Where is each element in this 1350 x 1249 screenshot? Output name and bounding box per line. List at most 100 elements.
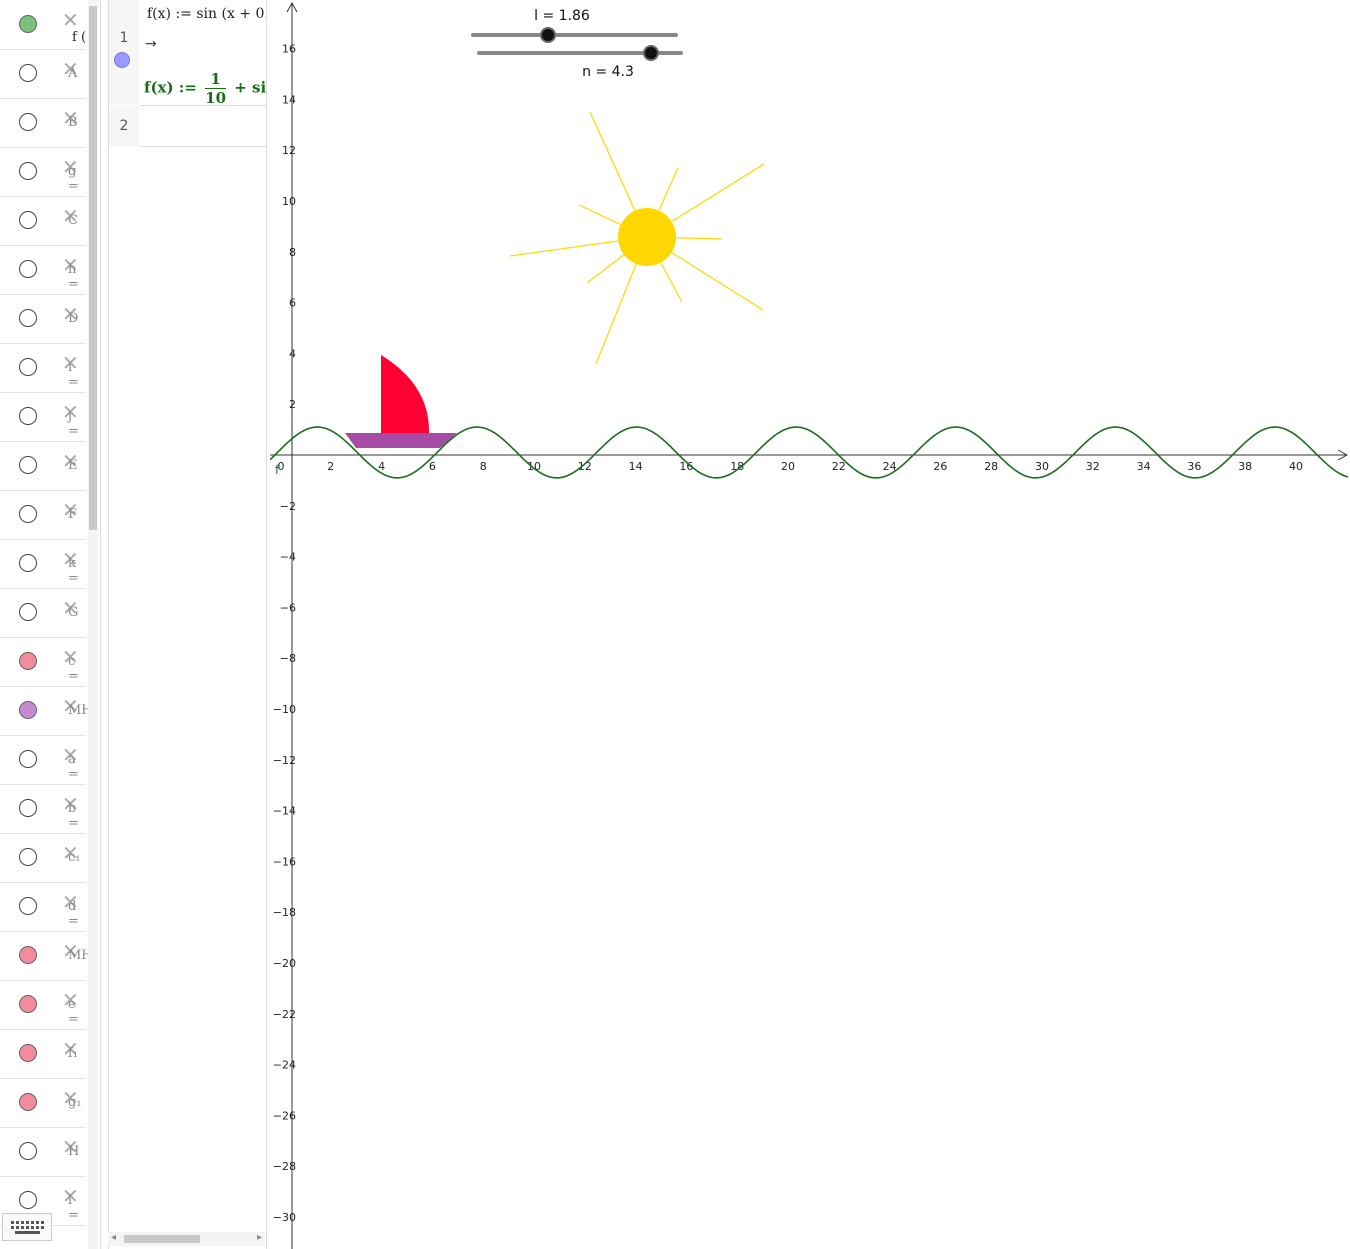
visibility-toggle[interactable] <box>19 64 37 82</box>
algebra-row[interactable]: ✕ a = <box>0 735 86 785</box>
visibility-toggle[interactable] <box>19 1044 37 1062</box>
y-tick-label: −2 <box>280 500 296 513</box>
algebra-row-label: k = <box>68 556 79 586</box>
visibility-toggle[interactable] <box>19 407 37 425</box>
visibility-toggle[interactable] <box>19 1142 37 1160</box>
x-tick-label: 6 <box>429 460 436 473</box>
algebra-scroll-thumb[interactable] <box>89 6 97 530</box>
algebra-row[interactable]: ✕ f ( <box>0 0 86 50</box>
boat-hull[interactable] <box>345 433 457 448</box>
algebra-row[interactable]: ✕ g₁ <box>0 1078 86 1128</box>
cas-row-1-cell[interactable]: f(x) := sin (x + 0. → f(x) := 1 10 + si <box>139 0 266 106</box>
visibility-toggle[interactable] <box>19 750 37 768</box>
cas-row-2-cell[interactable] <box>139 106 266 147</box>
algebra-row[interactable]: ✕ d = <box>0 882 86 932</box>
algebra-vertical-scrollbar[interactable] <box>88 0 98 1249</box>
x-tick-label: 8 <box>480 460 487 473</box>
x-tick-label: 22 <box>832 460 846 473</box>
algebra-row[interactable]: ✕ c = <box>0 637 86 687</box>
algebra-row[interactable]: ✕ j = <box>0 392 86 442</box>
y-tick-label: −26 <box>273 1109 296 1122</box>
keyboard-toggle-button[interactable] <box>2 1213 52 1241</box>
visibility-toggle[interactable] <box>19 701 37 719</box>
cas-row-1-input[interactable]: f(x) := sin (x + 0. <box>147 6 266 22</box>
algebra-row[interactable]: ✕ f₁ <box>0 1029 86 1079</box>
algebra-row-label: g₁ <box>68 1095 82 1110</box>
scroll-right-arrow-icon[interactable]: ▸ <box>257 1232 262 1243</box>
visibility-toggle[interactable] <box>19 652 37 670</box>
visibility-toggle[interactable] <box>19 456 37 474</box>
visibility-toggle[interactable] <box>19 1093 37 1111</box>
algebra-row[interactable]: ✕ i = <box>0 343 86 393</box>
y-tick-label: 14 <box>282 93 296 106</box>
cas-row-1-visibility-toggle[interactable] <box>114 52 130 68</box>
visibility-toggle[interactable] <box>19 358 37 376</box>
y-tick-label: 16 <box>282 43 296 56</box>
algebra-row[interactable]: ✕ h = <box>0 245 86 295</box>
slider-l-handle[interactable] <box>540 27 556 43</box>
boat-sail[interactable] <box>381 355 430 433</box>
visibility-toggle[interactable] <box>19 848 37 866</box>
cas-row-1-header[interactable]: 1 <box>109 0 139 105</box>
algebra-row-label: g = <box>68 164 79 194</box>
visibility-toggle[interactable] <box>19 309 37 327</box>
algebra-row-label: C <box>68 213 78 228</box>
algebra-row-label: i = <box>68 360 79 390</box>
algebra-row-label: j = <box>68 409 79 439</box>
cas-scroll-thumb[interactable] <box>124 1235 200 1243</box>
cas-output-denominator: 10 <box>205 89 227 106</box>
algebra-row-label: F <box>68 507 78 522</box>
slider-n-handle[interactable] <box>643 45 659 61</box>
x-tick-label: 34 <box>1137 460 1151 473</box>
sun[interactable] <box>618 208 676 266</box>
algebra-row[interactable]: ✕ H <box>0 1127 86 1177</box>
visibility-toggle[interactable] <box>19 211 37 229</box>
visibility-toggle[interactable] <box>19 15 37 33</box>
algebra-row[interactable]: ✕ c₁ <box>0 833 86 883</box>
delete-icon[interactable]: ✕ <box>62 10 79 30</box>
graphics-view[interactable]: 0 2 4 6 8 10 12 14 16 18 20 22 24 26 28 30 32 34 36 38 40 16… <box>270 0 1350 1249</box>
algebra-row-label: f₁ <box>68 1046 79 1061</box>
visibility-toggle[interactable] <box>19 603 37 621</box>
algebra-row[interactable]: ✕ D <box>0 294 86 344</box>
y-tick-label: −12 <box>273 754 296 767</box>
cas-output-suffix: + si <box>234 78 266 97</box>
algebra-row[interactable]: ✕ b = <box>0 784 86 834</box>
cas-row-2-number[interactable]: 2 <box>109 106 139 146</box>
algebra-row[interactable]: ✕ B <box>0 98 86 148</box>
algebra-row[interactable]: ✕ A <box>0 49 86 99</box>
visibility-toggle[interactable] <box>19 897 37 915</box>
y-tick-label: −30 <box>273 1211 296 1224</box>
y-tick-label: −22 <box>273 1008 296 1021</box>
algebra-row-label: c₁ <box>68 850 81 865</box>
cas-row-1-arrow: → <box>145 36 157 52</box>
algebra-row[interactable]: ✕ E <box>0 441 86 491</box>
visibility-toggle[interactable] <box>19 799 37 817</box>
visibility-toggle[interactable] <box>19 946 37 964</box>
visibility-toggle[interactable] <box>19 113 37 131</box>
scroll-left-arrow-icon[interactable]: ◂ <box>111 1232 116 1243</box>
visibility-toggle[interactable] <box>19 260 37 278</box>
visibility-toggle[interactable] <box>19 995 37 1013</box>
algebra-row[interactable]: ✕ F <box>0 490 86 540</box>
algebra-row[interactable]: ✕ G <box>0 588 86 638</box>
algebra-row[interactable]: ✕ e = <box>0 980 86 1030</box>
visibility-toggle[interactable] <box>19 1191 37 1209</box>
visibility-toggle[interactable] <box>19 505 37 523</box>
y-tick-label: −20 <box>273 957 296 970</box>
algebra-row[interactable]: ✕ k = <box>0 539 86 589</box>
visibility-toggle[interactable] <box>19 162 37 180</box>
algebra-row[interactable]: ✕ MH <box>0 931 93 981</box>
cas-horizontal-scrollbar[interactable]: ◂ ▸ <box>108 1232 265 1246</box>
y-tick-label: −8 <box>280 652 296 665</box>
keyboard-icon <box>11 1221 44 1234</box>
visibility-toggle[interactable] <box>19 554 37 572</box>
algebra-row-label: d = <box>68 899 79 929</box>
x-tick-label: 30 <box>1035 460 1049 473</box>
x-tick-label: 12 <box>578 460 592 473</box>
algebra-row[interactable]: ✕ MH <box>0 686 93 736</box>
algebra-row-label: B <box>68 115 78 130</box>
x-tick-label: 32 <box>1086 460 1100 473</box>
algebra-row[interactable]: ✕ C <box>0 196 86 246</box>
algebra-row[interactable]: ✕ g = <box>0 147 86 197</box>
